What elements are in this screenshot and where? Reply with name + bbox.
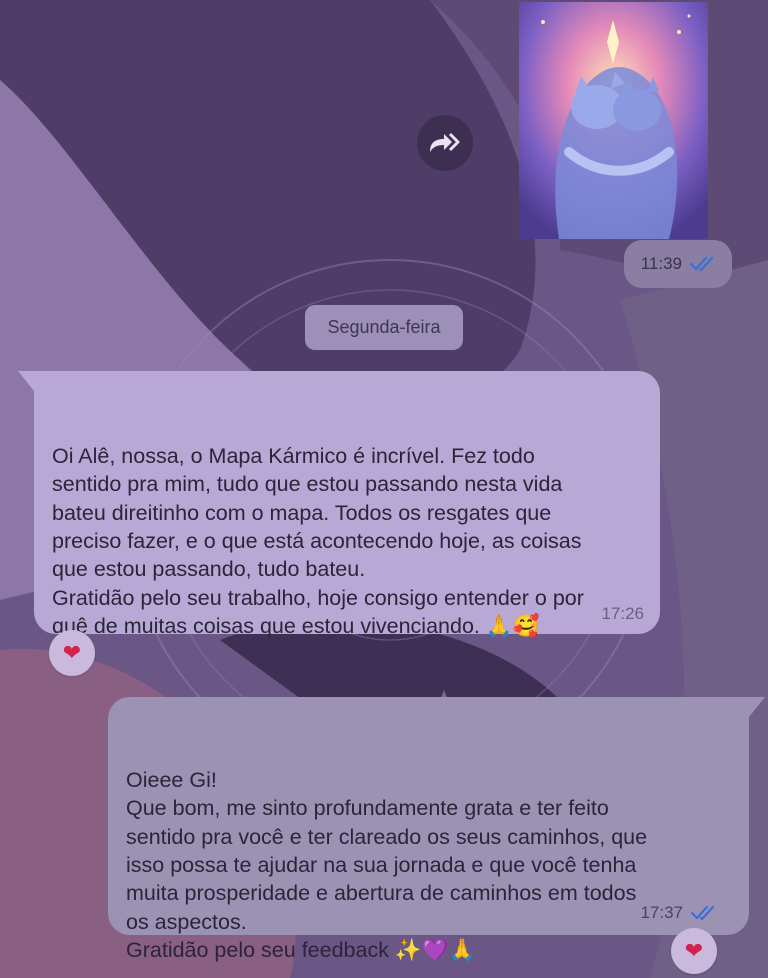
date-separator: Segunda-feira: [305, 305, 463, 350]
message-time: 11:39: [640, 254, 682, 273]
double-check-icon: [691, 904, 719, 922]
incoming-message-bubble[interactable]: Oi Alê, nossa, o Mapa Kármico é incrível…: [18, 371, 660, 638]
outgoing-message-bubble[interactable]: Oieee Gi! Que bom, me sinto profundament…: [108, 697, 765, 962]
message-meta: 17:37: [640, 899, 719, 927]
reaction-heart-icon[interactable]: ❤: [671, 928, 717, 974]
forward-button[interactable]: [417, 115, 473, 171]
forward-icon: [430, 132, 460, 152]
embracing-cats-artwork: [519, 2, 708, 239]
bubble-tail: [749, 697, 765, 717]
reaction-heart-icon[interactable]: ❤: [49, 630, 95, 676]
message-text: Oieee Gi! Que bom, me sinto profundament…: [126, 767, 648, 963]
image-message-meta: 11:39: [624, 240, 732, 288]
bubble-tail: [18, 371, 34, 391]
shared-image-thumbnail[interactable]: [519, 2, 708, 239]
double-check-icon: [690, 255, 718, 273]
message-text: Oi Alê, nossa, o Mapa Kármico é incrível…: [52, 443, 584, 639]
message-time: 17:37: [640, 902, 683, 922]
message-time: 17:26: [601, 603, 644, 623]
